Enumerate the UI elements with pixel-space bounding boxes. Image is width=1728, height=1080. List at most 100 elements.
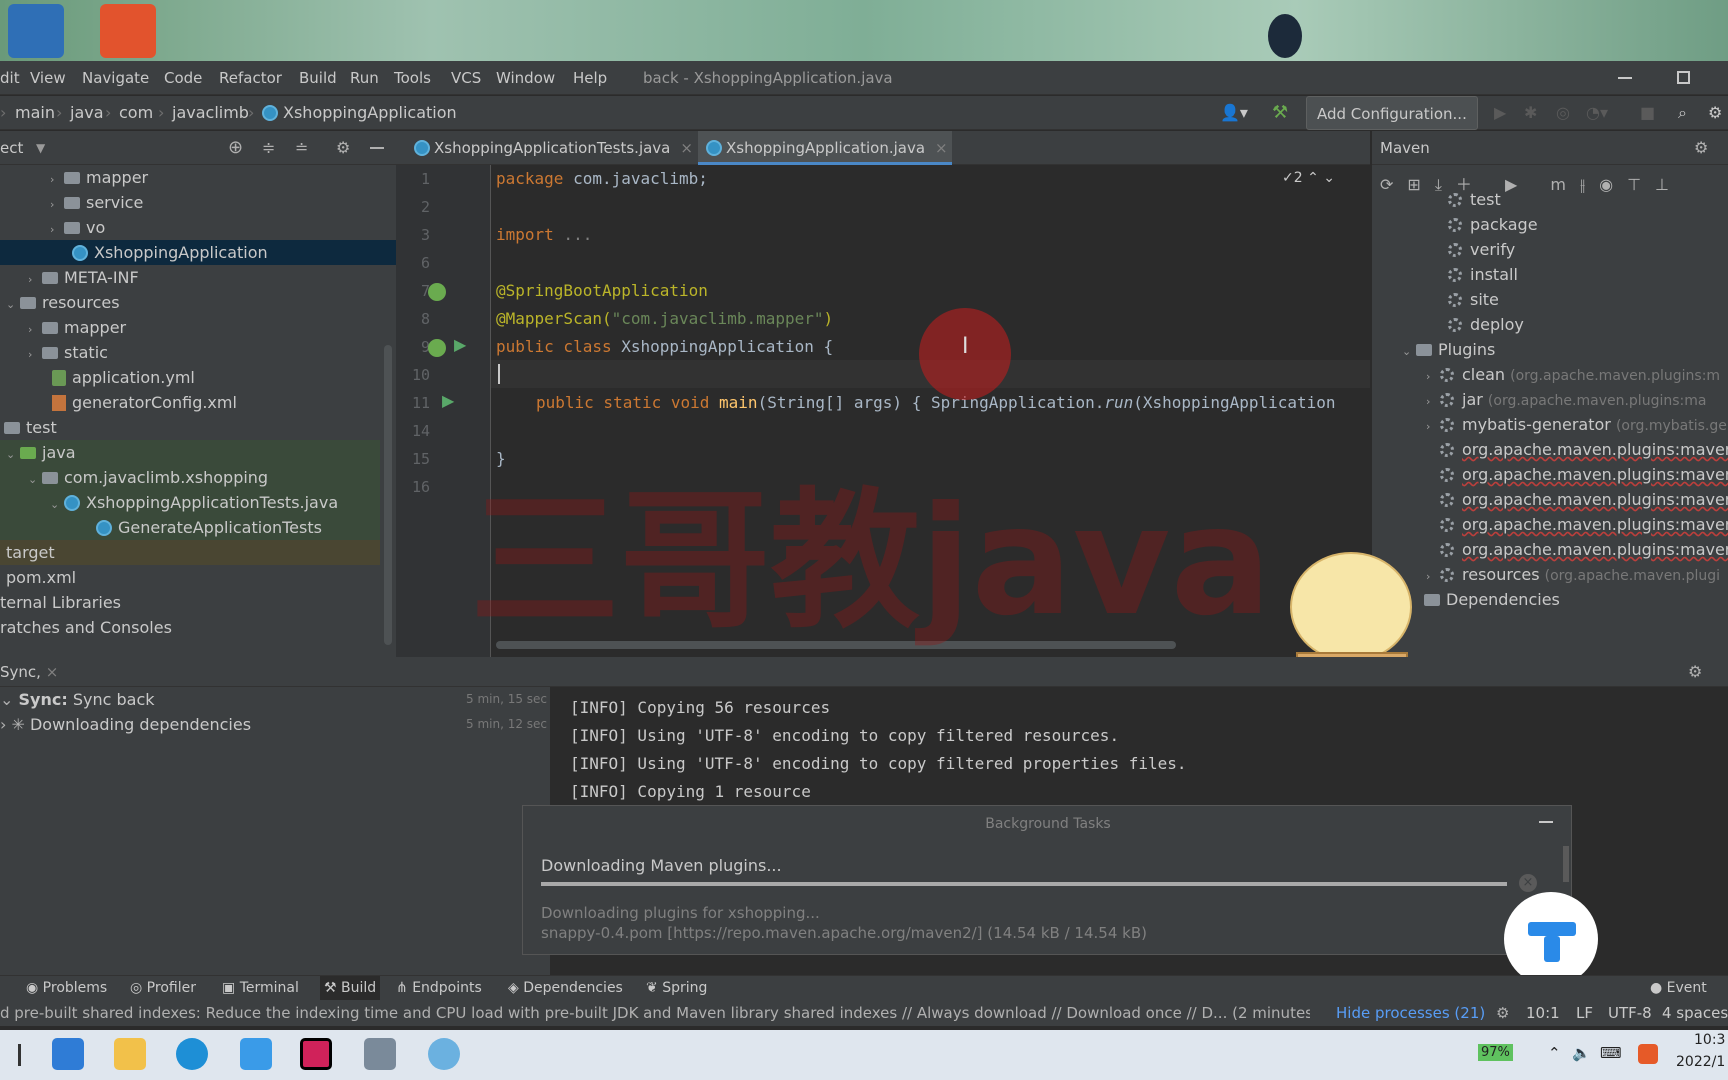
hide-panel-icon[interactable]: [370, 147, 384, 149]
plugin-item[interactable]: › resources (org.apache.maven.plugi: [1426, 562, 1720, 587]
desktop-player-icon[interactable]: [100, 4, 156, 58]
lifecycle-item[interactable]: test: [1448, 187, 1501, 212]
tree-item[interactable]: › mapper: [28, 315, 126, 340]
tree-item[interactable]: › vo: [50, 215, 105, 240]
tool-spring[interactable]: ❦ Spring: [646, 976, 707, 1001]
plugins-node[interactable]: ⌄ Plugins: [1402, 337, 1495, 362]
cancel-task-icon[interactable]: ×: [1519, 874, 1537, 892]
menu-run[interactable]: Run: [350, 61, 379, 95]
tool-build[interactable]: ⚒ Build: [320, 976, 381, 1001]
tree-item-selected[interactable]: XshoppingApplication: [0, 240, 396, 265]
run-icon[interactable]: ▶: [1494, 96, 1506, 130]
app-icon[interactable]: [428, 1038, 460, 1070]
add-configuration-button[interactable]: Add Configuration...: [1306, 96, 1478, 130]
app-icon[interactable]: [364, 1038, 396, 1070]
file-encoding[interactable]: UTF-8: [1608, 1000, 1652, 1026]
tool-problems[interactable]: ◉ Problems: [26, 976, 107, 1001]
gear-icon[interactable]: ⚙: [1688, 657, 1702, 687]
tree-item[interactable]: › META-INF: [28, 265, 139, 290]
search-icon[interactable]: ⌕: [1678, 96, 1687, 130]
tool-event-log[interactable]: ● Event Log: [1650, 976, 1728, 1021]
gear-icon[interactable]: ⚙: [336, 131, 350, 165]
plugin-item[interactable]: › clean (org.apache.maven.plugins:m: [1426, 362, 1720, 387]
profile-icon[interactable]: ◔▾: [1586, 96, 1608, 130]
hammer-icon[interactable]: ⚒: [1272, 96, 1288, 130]
breadcrumb-class[interactable]: XshoppingApplication: [283, 96, 457, 130]
settings-icon[interactable]: ⚙: [1708, 96, 1722, 130]
gear-icon[interactable]: ⚙: [1694, 131, 1708, 165]
start-icon[interactable]: [52, 1038, 84, 1070]
tree-item[interactable]: ratches and Consoles: [0, 615, 172, 640]
desktop-app-icon[interactable]: [8, 4, 64, 58]
caret-position[interactable]: 10:1: [1526, 1000, 1560, 1026]
tree-item[interactable]: application.yml: [52, 365, 195, 390]
intellij-icon[interactable]: [300, 1038, 332, 1070]
user-icon[interactable]: 👤▾: [1220, 96, 1248, 130]
edge-icon[interactable]: [176, 1038, 208, 1070]
tree-item[interactable]: › service: [50, 190, 143, 215]
minimize-button[interactable]: [1618, 77, 1632, 79]
hide-processes-link[interactable]: Hide processes (21): [1336, 1000, 1485, 1026]
breadcrumb-java[interactable]: java: [70, 96, 104, 130]
desktop-avatar-icon[interactable]: [1268, 14, 1302, 58]
input-method-icon[interactable]: [1638, 1044, 1658, 1064]
plugin-item[interactable]: org.apache.maven.plugins:maven-c: [1440, 437, 1728, 462]
spring-bean-icon[interactable]: [428, 339, 446, 357]
stop-icon[interactable]: ■: [1640, 96, 1655, 130]
debug-icon[interactable]: ✱: [1524, 96, 1537, 130]
tree-item[interactable]: ⌄ java: [0, 440, 380, 465]
menu-help[interactable]: Help: [573, 61, 607, 95]
tab-sync[interactable]: Sync, ×: [0, 657, 59, 689]
plugin-item[interactable]: org.apache.maven.plugins:maven-s: [1440, 512, 1728, 537]
speaker-icon[interactable]: 🔈: [1572, 1044, 1591, 1062]
menu-window[interactable]: Window: [496, 61, 555, 95]
maven-toolbar[interactable]: ⟳⊞⤓＋ ▶ ⅿ⫲◉⊤⊥: [1380, 171, 1683, 195]
maximize-button[interactable]: [1677, 71, 1690, 84]
menu-code[interactable]: Code: [164, 61, 202, 95]
menu-view[interactable]: View: [30, 61, 66, 95]
collapse-all-icon[interactable]: ≐: [295, 131, 308, 165]
tree-item[interactable]: › mapper: [50, 165, 148, 190]
project-title[interactable]: ect: [0, 131, 23, 165]
file-explorer-icon[interactable]: [114, 1038, 146, 1070]
coverage-icon[interactable]: ◎: [1556, 96, 1570, 130]
menu-edit[interactable]: dit: [0, 61, 20, 95]
menu-vcs[interactable]: VCS: [451, 61, 481, 95]
scrollbar[interactable]: [384, 345, 392, 645]
minimize-icon[interactable]: [1539, 821, 1553, 823]
run-gutter-icon[interactable]: ▶: [454, 335, 466, 354]
tab-tests[interactable]: XshoppingApplicationTests.java ×: [406, 131, 693, 165]
lifecycle-item[interactable]: site: [1448, 287, 1499, 312]
spring-bean-icon[interactable]: [428, 283, 446, 301]
breadcrumb-main[interactable]: main: [15, 96, 55, 130]
plugin-item[interactable]: › mybatis-generator (org.mybatis.ge: [1426, 412, 1727, 437]
lifecycle-item[interactable]: package: [1448, 212, 1538, 237]
status-message[interactable]: d pre-built shared indexes: Reduce the i…: [0, 1000, 1310, 1026]
plugin-item[interactable]: › jar (org.apache.maven.plugins:ma: [1426, 387, 1706, 412]
keyboard-icon[interactable]: ⌨: [1600, 1044, 1622, 1062]
processes-icon[interactable]: ⚙: [1496, 1000, 1509, 1026]
clock-date[interactable]: 2022/1: [1676, 1054, 1725, 1070]
tree-item[interactable]: ternal Libraries: [0, 590, 121, 615]
run-gutter-icon[interactable]: ▶: [442, 391, 454, 410]
app-icon[interactable]: [240, 1038, 272, 1070]
tool-profiler[interactable]: ◎ Profiler: [130, 976, 196, 1001]
tree-item[interactable]: GenerateApplicationTests: [0, 515, 380, 540]
tree-item[interactable]: ⌄ XshoppingApplicationTests.java: [0, 490, 380, 515]
battery-indicator[interactable]: 97%: [1478, 1044, 1513, 1061]
scrollbar[interactable]: [1563, 846, 1569, 882]
tree-item[interactable]: ⌄ com.javaclimb.xshopping: [0, 465, 380, 490]
tool-endpoints[interactable]: ⋔ Endpoints: [396, 976, 482, 1001]
expand-all-icon[interactable]: ≑: [262, 131, 275, 165]
line-separator[interactable]: LF: [1576, 1000, 1593, 1026]
downloading-row[interactable]: › ✳ Downloading dependencies 5 min, 12 se…: [0, 712, 550, 737]
locate-icon[interactable]: ⊕: [228, 131, 243, 165]
dependencies-node[interactable]: Dependencies: [1424, 587, 1560, 612]
tab-application[interactable]: XshoppingApplication.java ×: [698, 131, 952, 165]
clock-time[interactable]: 10:3: [1694, 1032, 1725, 1048]
indent-setting[interactable]: 4 spaces: [1662, 1000, 1728, 1026]
tool-terminal[interactable]: ▣ Terminal: [222, 976, 299, 1001]
breadcrumb-com[interactable]: com: [119, 96, 153, 130]
tree-item[interactable]: target: [0, 540, 380, 565]
lifecycle-item[interactable]: deploy: [1448, 312, 1524, 337]
